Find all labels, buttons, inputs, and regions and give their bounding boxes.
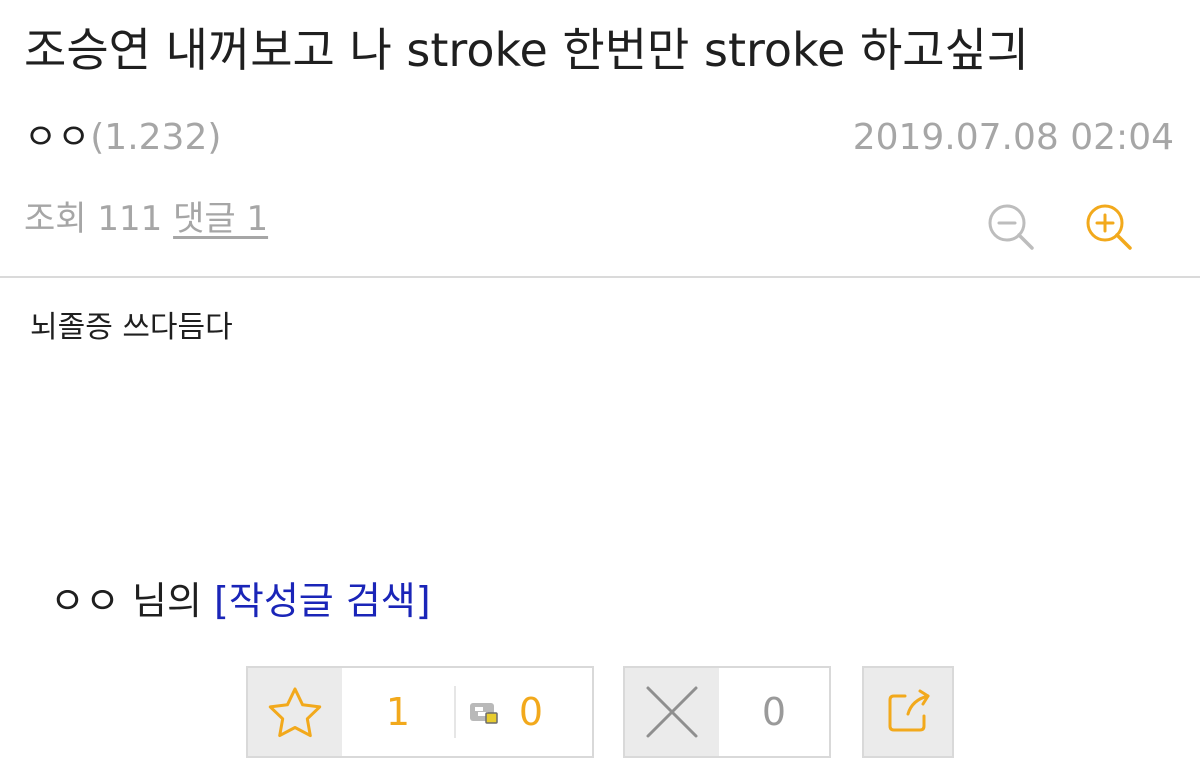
zoom-out-button[interactable] — [986, 202, 1036, 252]
post-date: 2019.07.08 02:04 — [852, 117, 1174, 158]
upvote-button[interactable] — [248, 668, 342, 756]
writer-search-line: ㅇㅇ 님의 [작성글 검색] — [50, 576, 431, 626]
star-icon — [268, 687, 322, 738]
downvote-group: 0 — [623, 666, 831, 758]
post-body: 뇌졸증 쓰다듬다 — [30, 310, 233, 345]
upvote-separator — [454, 686, 456, 738]
writer-nickname: ㅇㅇ — [50, 579, 120, 623]
zoom-out-icon — [988, 204, 1034, 250]
author-points: (1.232) — [90, 117, 222, 158]
share-button[interactable] — [862, 666, 954, 758]
x-icon — [646, 686, 698, 738]
writer-posts-search-link[interactable]: [작성글 검색] — [214, 579, 431, 623]
fix-upvote-count: 0 — [518, 690, 544, 734]
header-divider — [0, 276, 1200, 278]
zoom-in-button[interactable] — [1084, 202, 1134, 252]
post-stats: 조회 111 댓글 1 — [24, 196, 268, 242]
downvote-count: 0 — [761, 690, 787, 734]
share-icon — [888, 689, 930, 732]
upvote-group: 1 0 — [246, 666, 594, 758]
view-count: 조회 111 — [24, 199, 163, 239]
post-author: ㅇㅇ(1.232) — [24, 114, 221, 162]
downvote-button[interactable] — [625, 668, 719, 756]
fixed-upvote-icon-cell — [464, 668, 504, 756]
fixed-upvote-icon — [470, 703, 498, 724]
author-nickname[interactable]: ㅇㅇ — [24, 117, 90, 158]
post-title: 조승연 내꺼보고 나 stroke 한번만 stroke 하고싶긔 — [24, 23, 1030, 77]
writer-suffix: 님의 — [132, 579, 202, 623]
upvote-count: 1 — [385, 690, 411, 734]
zoom-in-icon — [1086, 204, 1132, 250]
share-icon-cell — [864, 668, 952, 756]
comment-count-link[interactable]: 댓글 1 — [173, 199, 268, 239]
